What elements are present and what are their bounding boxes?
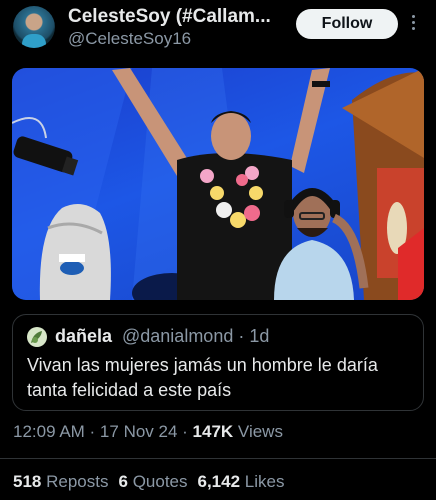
quoted-author-name: dañela bbox=[55, 326, 113, 346]
author-handle[interactable]: @CelesteSoy16 bbox=[68, 29, 191, 49]
tweet-media-image[interactable] bbox=[12, 68, 424, 300]
author-avatar[interactable] bbox=[13, 6, 55, 48]
quotes-count: 6 bbox=[118, 472, 128, 491]
author-display-name[interactable]: CelesteSoy (#Callam... bbox=[68, 6, 271, 28]
reposts-link[interactable]: 518 Reposts bbox=[13, 472, 108, 491]
likes-label: Likes bbox=[244, 472, 285, 491]
quoted-tweet[interactable]: dañela @danialmond · 1d Vivan las mujere… bbox=[12, 314, 424, 411]
quotes-label: Quotes bbox=[132, 472, 188, 491]
reposts-label: Reposts bbox=[46, 472, 109, 491]
divider bbox=[0, 458, 436, 459]
media-scene bbox=[12, 68, 424, 300]
tweet-timestamp-views: 12:09 AM · 17 Nov 24 · 147K Views bbox=[13, 422, 283, 442]
quoted-tweet-text: Vivan las mujeres jamás un hombre le dar… bbox=[27, 355, 378, 400]
quotes-link[interactable]: 6 Quotes bbox=[118, 472, 187, 491]
likes-link[interactable]: 6,142 Likes bbox=[198, 472, 285, 491]
quoted-author-avatar bbox=[27, 327, 47, 347]
follow-button[interactable]: Follow bbox=[296, 9, 398, 39]
quoted-author-handle-time: @danialmond · 1d bbox=[122, 326, 270, 346]
timestamp[interactable]: 12:09 AM · 17 Nov 24 · bbox=[13, 422, 193, 441]
engagement-stats: 518 Reposts 6 Quotes 6,142 Likes bbox=[13, 472, 284, 492]
more-vertical-icon[interactable] bbox=[408, 13, 418, 35]
likes-count: 6,142 bbox=[197, 472, 241, 491]
tweet-header: CelesteSoy (#Callam... @CelesteSoy16 Fol… bbox=[0, 0, 436, 60]
views-count: 147K bbox=[192, 422, 234, 441]
views-label: Views bbox=[233, 422, 283, 441]
reposts-count: 518 bbox=[13, 472, 42, 491]
